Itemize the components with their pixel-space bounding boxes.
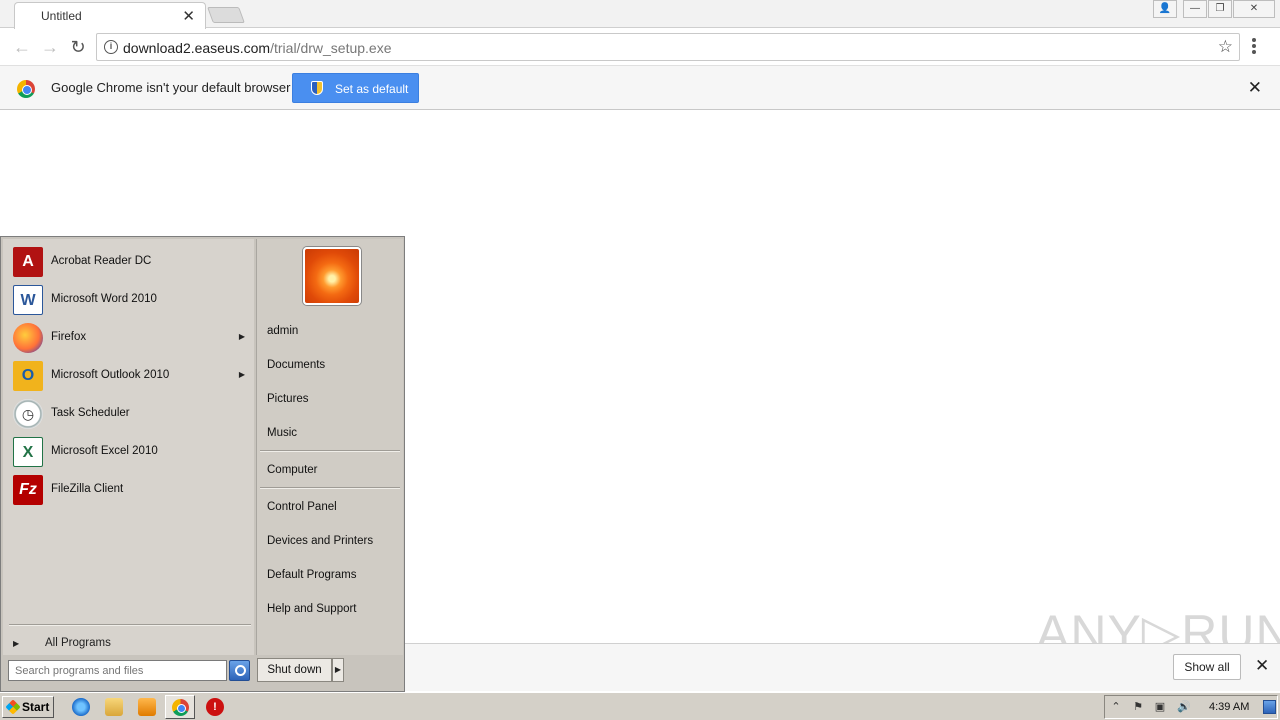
system-tray: ⌃ ⚑ ▣ 🔊 4:39 AM	[1104, 695, 1278, 719]
all-programs-label: All Programs	[45, 637, 111, 649]
program-label: Acrobat Reader DC	[51, 255, 152, 267]
program-word[interactable]: W Microsoft Word 2010	[11, 282, 251, 318]
windows-logo-icon	[5, 699, 21, 715]
restore-button[interactable]: ❐	[1208, 0, 1232, 18]
all-programs-arrow-icon: ▶	[13, 639, 20, 648]
close-window-button[interactable]: ✕	[1233, 0, 1275, 18]
network-icon[interactable]: ▣	[1153, 700, 1167, 714]
action-center-flag-icon[interactable]: ⚑	[1131, 700, 1145, 714]
infobar-close-icon[interactable]: ✕	[1248, 78, 1262, 98]
profile-icon[interactable]: 👤	[1153, 0, 1177, 18]
start-menu: A Acrobat Reader DC W Microsoft Word 201…	[0, 236, 405, 692]
program-outlook[interactable]: O Microsoft Outlook 2010 ▶	[11, 358, 251, 394]
programs-separator	[9, 624, 251, 626]
program-acrobat-reader[interactable]: A Acrobat Reader DC	[11, 244, 251, 280]
back-arrow-icon[interactable]: ←	[12, 37, 32, 57]
places-item-admin[interactable]: admin	[267, 325, 298, 337]
tab-title: Untitled	[41, 9, 82, 23]
places-item-documents[interactable]: Documents	[267, 359, 325, 371]
places-item-computer[interactable]: Computer	[267, 464, 318, 476]
places-separator	[260, 450, 400, 452]
start-menu-programs-pane: A Acrobat Reader DC W Microsoft Word 201…	[3, 239, 254, 655]
chrome-menu-icon[interactable]	[1252, 37, 1258, 57]
browser-tab[interactable]: Untitled ✕	[14, 2, 206, 29]
firefox-icon	[13, 323, 43, 353]
start-button[interactable]: Start	[2, 696, 54, 718]
start-menu-places-pane: admin Documents Pictures Music Computer …	[256, 239, 403, 655]
url-path: /trial/drw_setup.exe	[270, 40, 392, 56]
program-label: Microsoft Outlook 2010	[51, 369, 170, 381]
infobar-message: Google Chrome isn't your default browser	[51, 80, 291, 95]
internet-explorer-icon[interactable]	[72, 698, 90, 716]
all-programs-item[interactable]: ▶ All Programs	[13, 635, 249, 655]
address-bar[interactable]: i download2.easeus.com/trial/drw_setup.e…	[96, 33, 1240, 61]
default-browser-infobar: Google Chrome isn't your default browser…	[0, 65, 1280, 110]
volume-icon[interactable]: 🔊	[1177, 700, 1191, 714]
uac-shield-icon	[311, 81, 323, 95]
filezilla-icon: Fz	[13, 475, 43, 505]
places-item-control-panel[interactable]: Control Panel	[267, 501, 337, 513]
user-avatar[interactable]	[303, 247, 361, 305]
taskbar-chrome-button[interactable]	[165, 695, 195, 719]
stop-sign-icon[interactable]: !	[206, 698, 224, 716]
media-player-icon[interactable]	[138, 698, 156, 716]
places-separator	[260, 487, 400, 489]
site-info-icon[interactable]: i	[104, 40, 118, 54]
submenu-arrow-icon: ▶	[238, 370, 245, 379]
places-item-devices-printers[interactable]: Devices and Printers	[267, 535, 373, 547]
chrome-icon	[172, 699, 189, 716]
program-label: Microsoft Word 2010	[51, 293, 157, 305]
url-text: download2.easeus.com/trial/drw_setup.exe	[123, 40, 392, 56]
program-label: Task Scheduler	[51, 407, 130, 419]
acrobat-icon: A	[13, 247, 43, 277]
url-host: download2.easeus.com	[123, 40, 271, 56]
download-shelf-close-icon[interactable]: ✕	[1255, 656, 1269, 676]
forward-arrow-icon[interactable]: →	[40, 37, 60, 57]
program-filezilla[interactable]: Fz FileZilla Client	[11, 472, 251, 508]
start-label: Start	[22, 700, 50, 714]
download-shelf: Show all ✕	[405, 643, 1280, 691]
reload-icon[interactable]: ↻	[68, 37, 88, 57]
chrome-logo-icon	[17, 80, 35, 98]
tab-close-icon[interactable]: ✕	[182, 7, 195, 25]
task-scheduler-icon: ◷	[13, 399, 43, 429]
places-item-help-support[interactable]: Help and Support	[267, 603, 357, 615]
program-label: Microsoft Excel 2010	[51, 445, 158, 457]
show-all-button[interactable]: Show all	[1173, 654, 1241, 680]
tray-expand-icon[interactable]: ⌃	[1109, 700, 1123, 714]
start-search-input[interactable]	[8, 660, 227, 681]
places-item-music[interactable]: Music	[267, 427, 297, 439]
program-excel[interactable]: X Microsoft Excel 2010	[11, 434, 251, 470]
program-label: FileZilla Client	[51, 483, 124, 495]
submenu-arrow-icon: ▶	[238, 332, 245, 341]
bookmark-star-icon[interactable]: ☆	[1218, 37, 1233, 57]
places-item-pictures[interactable]: Pictures	[267, 393, 309, 405]
set-as-default-label: Set as default	[335, 82, 409, 96]
program-firefox[interactable]: Firefox ▶	[11, 320, 251, 356]
browser-toolbar: ← → ↻ i download2.easeus.com/trial/drw_s…	[0, 29, 1280, 65]
new-tab-button[interactable]	[207, 7, 245, 23]
excel-icon: X	[13, 437, 43, 467]
taskbar-clock[interactable]: 4:39 AM	[1209, 701, 1249, 713]
shut-down-button[interactable]: Shut down	[257, 658, 332, 682]
outlook-icon: O	[13, 361, 43, 391]
program-label: Firefox	[51, 331, 87, 343]
file-explorer-icon[interactable]	[105, 698, 123, 716]
search-icon[interactable]	[229, 660, 250, 681]
minimize-button[interactable]: —	[1183, 0, 1207, 18]
taskbar: Start ! ⌃ ⚑ ▣ 🔊 4:39 AM	[0, 692, 1280, 720]
word-icon: W	[13, 285, 43, 315]
shut-down-options-arrow-icon[interactable]: ▶	[332, 658, 344, 682]
places-item-default-programs[interactable]: Default Programs	[267, 569, 356, 581]
show-desktop-icon[interactable]	[1263, 700, 1276, 714]
program-task-scheduler[interactable]: ◷ Task Scheduler	[11, 396, 251, 432]
tab-strip: Untitled ✕ 👤 — ❐ ✕	[0, 0, 1280, 29]
set-as-default-button[interactable]: Set as default	[292, 73, 419, 103]
